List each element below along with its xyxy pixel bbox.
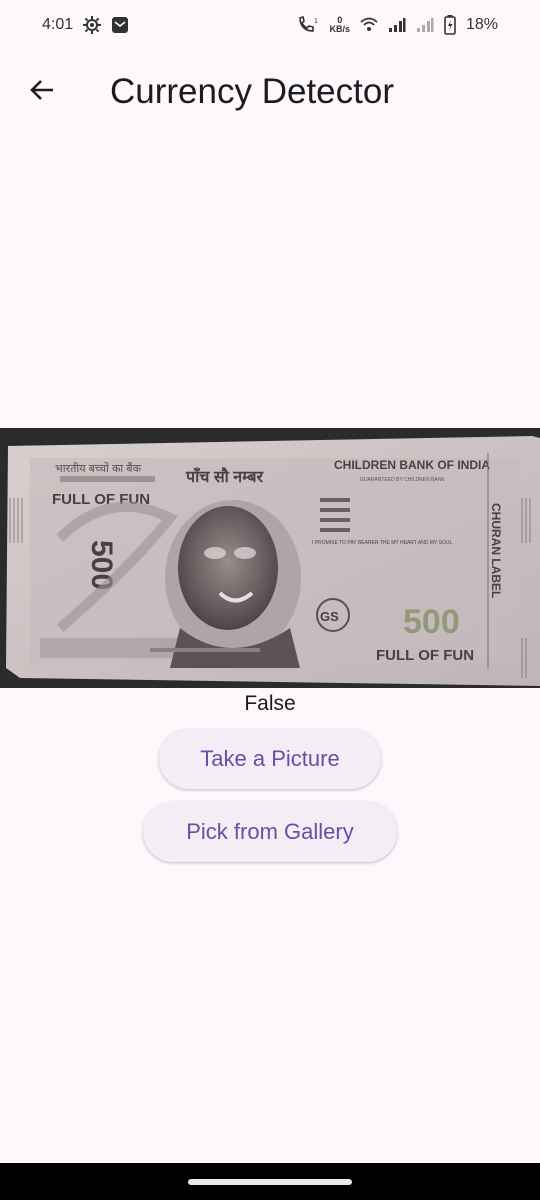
note-guarantee: GUARANTEED BY CHILDREN BANK: [360, 477, 445, 483]
status-bar: 4:01 1 0 KB/s 18%: [0, 0, 540, 50]
app-bar: Currency Detector: [0, 50, 540, 134]
note-bank-name: CHILDREN BANK OF INDIA: [334, 458, 490, 472]
take-picture-button[interactable]: Take a Picture: [159, 729, 381, 789]
net-speed: 0 KB/s: [329, 16, 350, 34]
arrow-left-icon: [28, 76, 56, 109]
note-side-label: CHURAN LABEL: [489, 503, 503, 598]
message-icon: [111, 16, 129, 34]
note-slogan-right: FULL OF FUN: [376, 647, 474, 664]
svg-text:1: 1: [314, 18, 318, 25]
home-gesture-handle[interactable]: [188, 1178, 352, 1185]
call-volte-icon: 1: [297, 16, 319, 34]
battery-percent: 18%: [465, 16, 498, 33]
note-denomination-hindi: पाँच सौ नम्बर: [185, 467, 264, 486]
status-left: 4:01: [42, 16, 129, 34]
note-promise: I PROMISE TO PAY BEARER THE MY HEART AND…: [312, 540, 452, 546]
status-time: 4:01: [42, 16, 74, 33]
note-hindi-text: भारतीय बच्चों का बैंक: [55, 462, 142, 475]
battery-icon: [444, 15, 456, 35]
detection-result: False: [244, 692, 296, 715]
pick-from-gallery-button[interactable]: Pick from Gallery: [143, 802, 397, 862]
status-right: 1 0 KB/s 18%: [297, 15, 498, 35]
back-button[interactable]: [14, 64, 70, 120]
wifi-icon: [360, 17, 378, 33]
signal-icon: [388, 17, 406, 33]
net-speed-unit: KB/s: [329, 24, 350, 34]
note-value-numeral: 500: [403, 603, 460, 641]
system-nav-bar: [0, 1163, 540, 1200]
settings-gear-icon: [83, 16, 102, 34]
signal-icon-2: [416, 17, 434, 33]
banknote-image: भारतीय बच्चों का बैंक FULL OF FUN 500 पा…: [0, 428, 540, 688]
page-title: Currency Detector: [110, 72, 394, 111]
note-emblem: GS: [320, 609, 339, 624]
